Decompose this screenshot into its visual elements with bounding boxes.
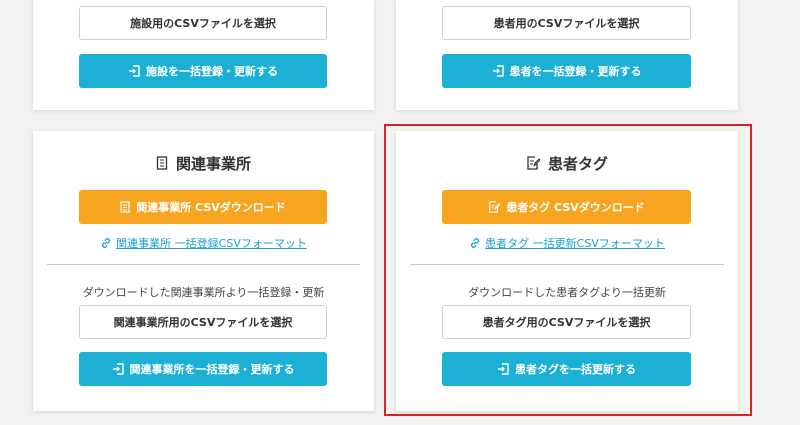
related-office-download-label: 関連事業所 CSVダウンロード [136, 201, 286, 214]
related-office-register-label: 関連事業所を一括登録・更新する [129, 363, 295, 376]
related-office-title: 関連事業所 [33, 151, 374, 175]
file-import-icon [112, 363, 124, 375]
patient-card: 患者用のCSVファイルを選択 患者を一括登録・更新する [396, 0, 738, 110]
facility-select-file-label: 施設用のCSVファイルを選択 [130, 17, 276, 30]
related-office-title-text: 関連事業所 [175, 154, 251, 173]
facility-card: 施設用のCSVファイルを選択 施設を一括登録・更新する [33, 0, 374, 110]
patient-register-label: 患者を一括登録・更新する [509, 65, 642, 78]
related-office-register-button[interactable]: 関連事業所を一括登録・更新する [79, 352, 327, 386]
divider [47, 264, 360, 265]
facility-register-button[interactable]: 施設を一括登録・更新する [79, 54, 327, 88]
related-office-select-file-button[interactable]: 関連事業所用のCSVファイルを選択 [79, 305, 327, 339]
related-office-format-link-text: 関連事業所 一括登録CSVフォーマット [116, 237, 307, 250]
patient-register-button[interactable]: 患者を一括登録・更新する [442, 54, 691, 88]
building-icon [120, 201, 130, 213]
related-office-format-link[interactable]: 関連事業所 一括登録CSVフォーマット [33, 234, 374, 252]
highlight-box [384, 124, 752, 416]
related-office-select-file-label: 関連事業所用のCSVファイルを選択 [113, 316, 293, 329]
patient-select-file-label: 患者用のCSVファイルを選択 [493, 17, 640, 30]
link-icon [100, 237, 112, 249]
related-office-description: ダウンロードした関連事業所より一括登録・更新 [82, 286, 325, 299]
file-import-icon [492, 65, 504, 77]
patient-select-file-button[interactable]: 患者用のCSVファイルを選択 [442, 6, 691, 40]
file-import-icon [128, 65, 140, 77]
building-icon [156, 156, 168, 170]
related-office-download-button[interactable]: 関連事業所 CSVダウンロード [79, 190, 327, 224]
related-office-card: 関連事業所 関連事業所 CSVダウンロード 関連事業所 一括登録CSVフォーマッ… [33, 131, 374, 411]
facility-select-file-button[interactable]: 施設用のCSVファイルを選択 [79, 6, 327, 40]
facility-register-label: 施設を一括登録・更新する [146, 65, 278, 78]
